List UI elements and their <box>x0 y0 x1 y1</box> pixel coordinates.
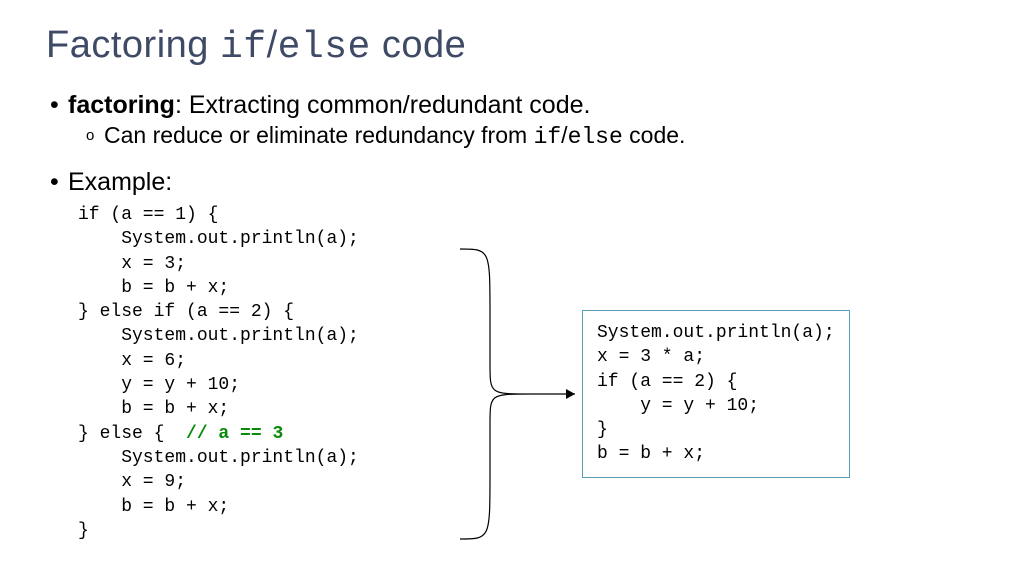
bullet-ring-icon: o <box>86 122 104 150</box>
example-label: • Example: <box>50 168 978 197</box>
right-code-box: System.out.println(a); x = 3 * a; if (a … <box>582 310 850 478</box>
code-line: System.out.println(a); <box>78 229 359 249</box>
code-line: } <box>78 521 89 541</box>
sub-mono-else: else <box>568 124 623 150</box>
bullet-dot-icon: • <box>50 91 68 120</box>
title-mono-if: if <box>220 26 267 69</box>
title-slash: / <box>267 24 278 66</box>
code-line: y = y + 10; <box>78 375 240 395</box>
sub-mono-if: if <box>534 124 562 150</box>
code-line: x = 6; <box>78 351 186 371</box>
sub-bullet-text: Can reduce or eliminate redundancy from … <box>104 122 685 150</box>
code-line: System.out.println(a); <box>78 326 359 346</box>
title-part2: code <box>371 24 466 66</box>
sub-part2: code. <box>623 122 686 148</box>
code-line: System.out.println(a); <box>78 448 359 468</box>
code-line: x = 9; <box>78 472 186 492</box>
bullet-text: factoring: Extracting common/redundant c… <box>68 91 590 120</box>
bullet-dot-icon: • <box>50 168 68 197</box>
left-code-block: if (a == 1) { System.out.println(a); x =… <box>78 203 359 543</box>
slide-title: Factoring if/else code <box>46 24 978 69</box>
sub-bullet: o Can reduce or eliminate redundancy fro… <box>86 122 978 150</box>
example-text: Example: <box>68 168 172 197</box>
code-line: } else if (a == 2) { <box>78 302 294 322</box>
term-factoring: factoring <box>68 91 175 119</box>
title-part1: Factoring <box>46 24 220 66</box>
code-line: b = b + x; <box>78 399 229 419</box>
code-line: } else { <box>78 424 186 444</box>
bullet-factoring: • factoring: Extracting common/redundant… <box>50 91 978 120</box>
code-comment: // a == 3 <box>186 424 283 444</box>
sub-part1: Can reduce or eliminate redundancy from <box>104 122 534 148</box>
slide: Factoring if/else code • factoring: Extr… <box>0 0 1024 576</box>
code-line: b = b + x; <box>78 497 229 517</box>
brace-arrow-icon <box>430 244 580 554</box>
code-line: if (a == 1) { <box>78 205 218 225</box>
right-code-text: System.out.println(a); x = 3 * a; if (a … <box>597 323 835 464</box>
bullet-rest: : Extracting common/redundant code. <box>175 91 591 119</box>
title-mono-else: else <box>278 26 371 69</box>
code-line: b = b + x; <box>78 278 229 298</box>
code-line: x = 3; <box>78 254 186 274</box>
